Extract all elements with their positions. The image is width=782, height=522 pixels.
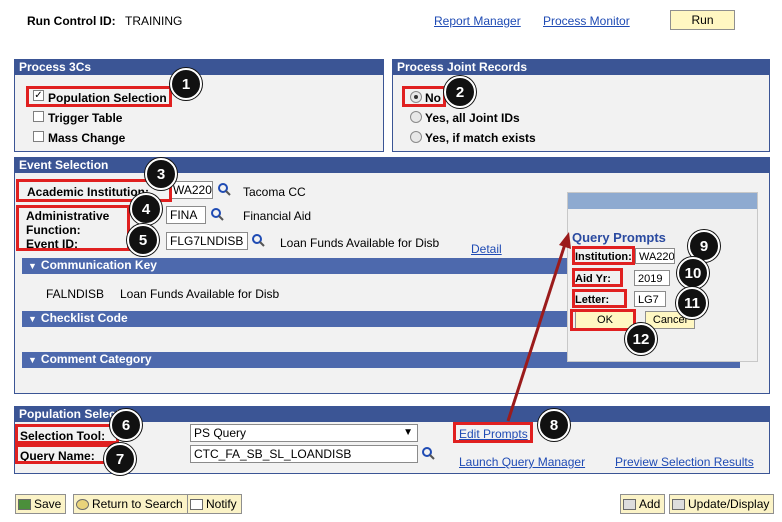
event-id-description: Loan Funds Available for Disb: [280, 236, 440, 250]
institution-description: Tacoma CC: [243, 185, 306, 199]
run-control-label: Run Control ID:: [27, 14, 116, 28]
search-icon: [76, 499, 89, 510]
annotation-box-12: [570, 309, 636, 331]
return-to-search-button[interactable]: Return to Search: [73, 494, 188, 514]
add-icon: [623, 499, 636, 510]
academic-institution-input[interactable]: WA220: [169, 181, 213, 199]
selection-tool-select[interactable]: PS Query ▼: [190, 424, 418, 442]
query-name-input[interactable]: CTC_FA_SB_SL_LOANDISB: [190, 445, 418, 463]
annotation-badge-6: 6: [110, 409, 142, 441]
annotation-box-8: [453, 422, 533, 443]
annotation-box-10: [572, 268, 623, 287]
dialog-titlebar: [568, 193, 757, 209]
admin-function-input[interactable]: FINA: [166, 206, 206, 224]
event-id-input[interactable]: FLG7LNDISB: [166, 232, 248, 250]
trigger-table-checkbox[interactable]: [33, 111, 44, 122]
notify-button[interactable]: Notify: [187, 494, 242, 514]
annotation-badge-4: 4: [130, 193, 162, 225]
trigger-table-label: Trigger Table: [48, 111, 123, 125]
save-button[interactable]: Save: [15, 494, 67, 514]
envelope-icon: [190, 499, 203, 510]
annotation-badge-3: 3: [145, 158, 177, 190]
floppy-icon: [18, 499, 31, 510]
return-to-search-label: Return to Search: [92, 497, 183, 511]
annotation-badge-5: 5: [127, 224, 159, 256]
qp-letter-input[interactable]: LG7: [634, 291, 666, 307]
launch-query-manager-link[interactable]: Launch Query Manager: [459, 455, 585, 469]
annotation-box-1: [26, 86, 172, 107]
annotation-badge-2: 2: [444, 76, 476, 108]
add-button[interactable]: Add: [620, 494, 666, 514]
run-button[interactable]: Run: [670, 10, 735, 30]
annotation-badge-1: 1: [170, 68, 202, 100]
mass-change-label: Mass Change: [48, 131, 126, 145]
annotation-badge-8: 8: [538, 409, 570, 441]
notify-label: Notify: [206, 497, 237, 511]
communication-key-description: Loan Funds Available for Disb: [120, 287, 280, 301]
communication-key-title: Communication Key: [40, 258, 157, 272]
event-id-lookup-icon[interactable]: [251, 233, 265, 247]
annotation-box-4-5: [16, 205, 130, 251]
selection-tool-value: PS Query: [194, 426, 247, 440]
checklist-code-title: Checklist Code: [40, 311, 128, 325]
admin-function-description: Financial Aid: [243, 209, 312, 223]
run-control-value: TRAINING: [125, 14, 183, 28]
preview-selection-results-link[interactable]: Preview Selection Results: [615, 455, 754, 469]
update-display-button[interactable]: Update/Display: [669, 494, 775, 514]
save-label: Save: [34, 497, 62, 511]
annotation-box-6: [15, 424, 119, 444]
admin-function-lookup-icon[interactable]: [210, 207, 224, 221]
update-display-label: Update/Display: [688, 497, 770, 511]
event-selection-title: Event Selection: [15, 158, 769, 173]
process-3cs-title: Process 3Cs: [15, 60, 383, 75]
qp-aid-yr-input[interactable]: 2019: [634, 270, 670, 286]
add-label: Add: [639, 497, 661, 511]
annotation-badge-10: 10: [677, 257, 709, 289]
process-monitor-link[interactable]: Process Monitor: [543, 14, 630, 28]
annotation-box-11: [572, 289, 627, 308]
report-manager-link[interactable]: Report Manager: [434, 14, 521, 28]
collapse-triangle-icon: ▼: [28, 355, 37, 365]
collapse-triangle-icon: ▼: [28, 261, 37, 271]
joint-yes-match-label: Yes, if match exists: [425, 131, 536, 145]
comment-category-title: Comment Category: [40, 352, 152, 366]
annotation-badge-11: 11: [676, 287, 708, 319]
joint-yes-match-radio[interactable]: [410, 131, 422, 143]
annotation-badge-12: 12: [625, 323, 657, 355]
chevron-down-icon: ▼: [403, 427, 413, 438]
communication-key-code: FALNDISB: [46, 287, 105, 301]
institution-lookup-icon[interactable]: [217, 182, 231, 196]
joint-yes-all-label: Yes, all Joint IDs: [425, 111, 520, 125]
process-joint-title: Process Joint Records: [393, 60, 769, 75]
joint-yes-all-radio[interactable]: [410, 111, 422, 123]
document-icon: [672, 499, 685, 510]
annotation-box-9: [572, 246, 635, 265]
mass-change-checkbox[interactable]: [33, 131, 44, 142]
annotation-badge-7: 7: [104, 443, 136, 475]
query-prompts-title: Query Prompts: [572, 230, 666, 245]
qp-institution-input[interactable]: WA220: [635, 248, 675, 264]
detail-link[interactable]: Detail: [471, 242, 502, 256]
query-name-lookup-icon[interactable]: [421, 446, 435, 460]
collapse-triangle-icon: ▼: [28, 314, 37, 324]
annotation-box-2: [402, 86, 446, 107]
